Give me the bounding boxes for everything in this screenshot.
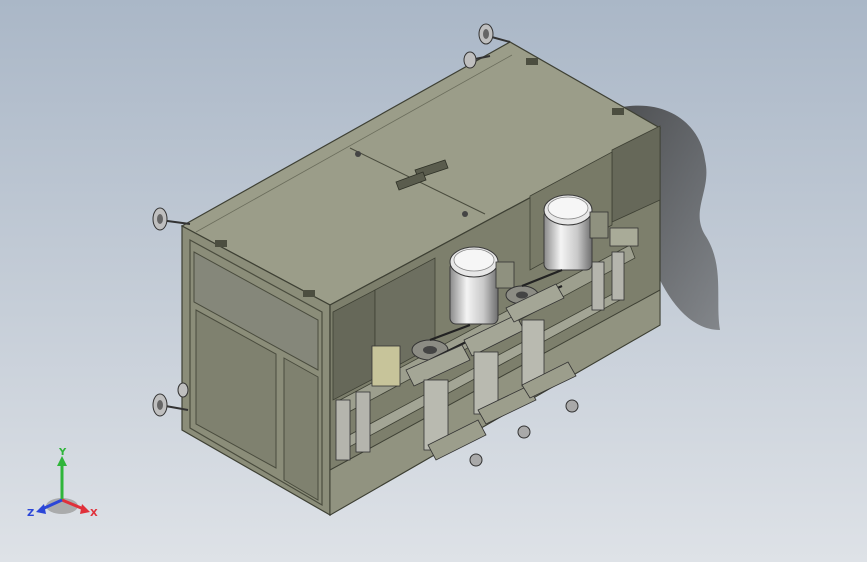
model-view[interactable]	[0, 0, 867, 562]
corner-clamp	[526, 58, 538, 65]
corner-clamp	[215, 240, 227, 247]
gear-box	[371, 345, 401, 387]
orientation-triad[interactable]: Y X Z	[22, 448, 106, 524]
cabinet-door-right[interactable]	[283, 357, 319, 501]
top-bolt	[462, 211, 468, 217]
x-axis-label: X	[90, 508, 98, 519]
guide-cylinder	[355, 391, 371, 453]
y-axis-arrow	[57, 456, 67, 500]
guide-cylinder	[591, 261, 605, 311]
knob[interactable]	[517, 425, 531, 439]
knob[interactable]	[565, 399, 579, 413]
knob[interactable]	[469, 453, 483, 467]
motor-terminal-box	[495, 261, 515, 289]
y-axis-label: Y	[58, 448, 67, 458]
top-bolt	[355, 151, 361, 157]
corner-clamp	[303, 290, 315, 297]
graphics-viewport[interactable]: Y X Z	[0, 0, 867, 562]
guide-cylinder	[335, 399, 351, 461]
leveling-foot[interactable]	[177, 382, 189, 398]
corner-clamp	[612, 108, 624, 115]
bracket	[609, 227, 639, 247]
leveling-foot[interactable]	[478, 23, 511, 45]
z-axis-label: Z	[27, 508, 34, 519]
motor-terminal-box	[589, 211, 609, 239]
guide-cylinder	[611, 251, 625, 301]
